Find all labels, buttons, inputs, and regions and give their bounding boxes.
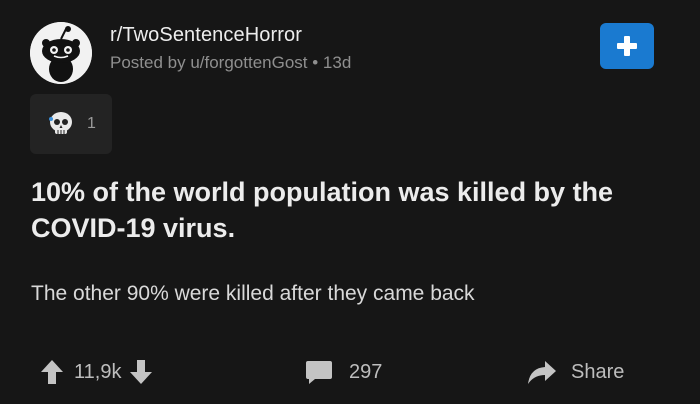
vote-count: 11,9k: [74, 360, 122, 383]
award-chip[interactable]: 1: [30, 94, 112, 154]
vote-group: 11,9k: [40, 356, 153, 388]
action-bar: 11,9k 297 Share: [0, 350, 700, 394]
comments-button[interactable]: 297: [305, 356, 382, 388]
join-button[interactable]: [600, 23, 654, 69]
post-body: The other 90% were killed after they cam…: [31, 282, 475, 305]
plus-icon: [617, 36, 637, 56]
award-count: 1: [87, 115, 96, 132]
post-meta: Posted by u/forgottenGost • 13d: [110, 53, 352, 72]
share-button[interactable]: Share: [527, 356, 624, 388]
skull-award-icon: [49, 112, 72, 134]
subreddit-name[interactable]: r/TwoSentenceHorror: [110, 24, 302, 47]
downvote-button[interactable]: [129, 359, 153, 385]
post-title[interactable]: 10% of the world population was killed b…: [31, 174, 671, 246]
share-label: Share: [571, 360, 625, 383]
arrow-down-icon: [130, 360, 153, 384]
post-header: r/TwoSentenceHorror Posted by u/forgotte…: [30, 18, 670, 84]
comment-icon: [306, 361, 332, 384]
snoo-icon: [30, 22, 92, 84]
upvote-button[interactable]: [40, 359, 64, 385]
comment-count: 297: [349, 360, 383, 383]
share-arrow-icon: [528, 361, 556, 384]
subreddit-avatar[interactable]: [30, 22, 92, 84]
arrow-up-icon: [41, 360, 63, 384]
